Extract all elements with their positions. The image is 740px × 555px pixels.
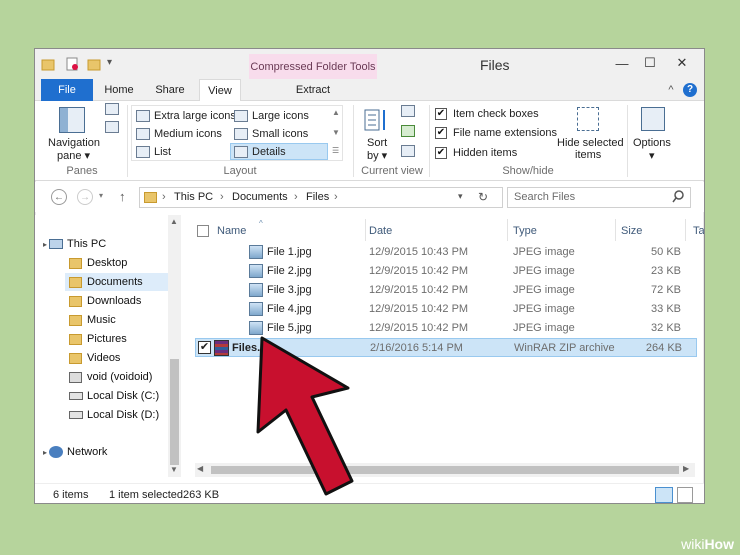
- arrow-icon: [256, 336, 354, 496]
- watermark-prefix: wiki: [681, 536, 705, 552]
- wikihow-watermark: wikiHow: [681, 536, 734, 552]
- watermark-suffix: How: [704, 536, 734, 552]
- red-arrow-annotation: [256, 336, 354, 496]
